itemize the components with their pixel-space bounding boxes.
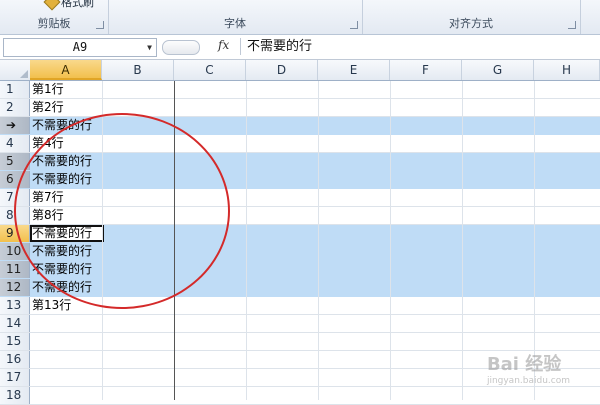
ribbon: 格式刷 剪贴板 字体 对齐方式 [0, 0, 600, 35]
ribbon-group-font: 字体 [108, 0, 363, 34]
cell-a[interactable]: 不需要的行 [32, 261, 92, 278]
table-row[interactable]: 18 [0, 387, 600, 405]
row-header[interactable]: 17 [0, 369, 30, 386]
watermark-sub: jingyan.baidu.com [486, 376, 570, 386]
cell-a[interactable]: 不需要的行 [32, 243, 92, 260]
table-row[interactable]: 5 不需要的行 [0, 153, 600, 171]
formula-input[interactable]: 不需要的行 [240, 38, 600, 55]
dialog-launcher-icon[interactable] [568, 21, 576, 29]
column-gridline [246, 81, 247, 400]
cell-a[interactable]: 不需要的行 [32, 225, 92, 242]
chevron-down-icon[interactable]: ▼ [147, 39, 152, 56]
formula-bar-resize-handle[interactable] [162, 40, 200, 55]
worksheet-grid: A B C D E F G H 1 第1行 2 第2行 ➔ 不需要的行 4 第4行 5 不需要的行… [0, 60, 600, 405]
row-header[interactable]: 7 [0, 189, 30, 206]
row-header[interactable]: 9 [0, 225, 30, 242]
table-row[interactable]: 6 不需要的行 [0, 171, 600, 189]
alignment-group-label: 对齐方式 [449, 17, 493, 30]
table-row[interactable]: 13 第13行 [0, 297, 600, 315]
column-header-e[interactable]: E [318, 60, 390, 80]
column-headers: A B C D E F G H [0, 60, 600, 81]
select-all-button[interactable] [0, 60, 31, 80]
cell-a[interactable]: 第4行 [32, 135, 64, 152]
column-gridline-dark [174, 81, 175, 400]
column-header-d[interactable]: D [246, 60, 318, 80]
table-row[interactable]: 4 第4行 [0, 135, 600, 153]
dialog-launcher-icon[interactable] [350, 21, 358, 29]
row-header[interactable]: 8 [0, 207, 30, 224]
cell-a[interactable]: 第1行 [32, 81, 64, 98]
table-row[interactable]: 14 [0, 315, 600, 333]
column-header-a[interactable]: A [30, 60, 102, 80]
clipboard-group-label: 剪贴板 [37, 17, 71, 30]
ribbon-group-alignment: 对齐方式 [362, 0, 581, 34]
cell-a[interactable]: 第8行 [32, 207, 64, 224]
row-header[interactable]: 1 [0, 81, 30, 98]
table-row[interactable]: 7 第7行 [0, 189, 600, 207]
cell-a[interactable]: 第13行 [32, 297, 71, 314]
cell-a[interactable]: 不需要的行 [32, 153, 92, 170]
row-header[interactable]: 18 [0, 387, 30, 404]
column-header-f[interactable]: F [390, 60, 462, 80]
row-header[interactable]: 6 [0, 171, 30, 188]
watermark-text: Bai 经验 [486, 354, 562, 375]
table-row[interactable]: 15 [0, 333, 600, 351]
row-header[interactable]: 5 [0, 153, 30, 170]
row-header[interactable]: 13 [0, 297, 30, 314]
table-row[interactable]: 10 不需要的行 [0, 243, 600, 261]
table-row[interactable]: 12 不需要的行 [0, 279, 600, 297]
row-header[interactable]: 16 [0, 351, 30, 368]
cell-a[interactable]: 不需要的行 [32, 279, 92, 296]
column-header-h[interactable]: H [534, 60, 600, 80]
watermark: Bai 经验 jingyan.baidu.com [487, 350, 570, 386]
name-box-value: A9 [72, 40, 88, 54]
row-header[interactable]: 14 [0, 315, 30, 332]
formula-bar: A9 ▼ fx 不需要的行 [0, 35, 600, 60]
row-header[interactable]: 11 [0, 261, 30, 278]
row-header[interactable]: 2 [0, 99, 30, 116]
format-painter-button[interactable]: 格式刷 [43, 0, 94, 11]
column-gridline [462, 81, 463, 400]
brush-icon [43, 0, 61, 11]
column-gridline [318, 81, 319, 400]
column-gridline [390, 81, 391, 400]
table-row[interactable]: 2 第2行 [0, 99, 600, 117]
insert-function-button[interactable]: fx [218, 38, 229, 52]
cell-a[interactable]: 第7行 [32, 189, 64, 206]
table-row[interactable]: 1 第1行 [0, 81, 600, 99]
font-group-label: 字体 [224, 17, 246, 30]
table-row[interactable]: 9 不需要的行 [0, 225, 600, 243]
column-header-b[interactable]: B [102, 60, 174, 80]
row-header[interactable]: 10 [0, 243, 30, 260]
formula-buttons: fx [160, 38, 232, 55]
row-select-arrow-icon: ➔ [6, 118, 17, 132]
cell-a[interactable]: 不需要的行 [32, 117, 92, 134]
column-gridline [102, 81, 103, 400]
cell-a[interactable]: 不需要的行 [32, 171, 92, 188]
ribbon-group-clipboard: 格式刷 剪贴板 [0, 0, 109, 34]
table-row[interactable]: 8 第8行 [0, 207, 600, 225]
column-header-c[interactable]: C [174, 60, 246, 80]
column-header-g[interactable]: G [462, 60, 534, 80]
row-header[interactable]: ➔ [0, 117, 30, 134]
table-row[interactable]: 11 不需要的行 [0, 261, 600, 279]
row-header[interactable]: 4 [0, 135, 30, 152]
table-row[interactable]: ➔ 不需要的行 [0, 117, 600, 135]
format-painter-label: 格式刷 [61, 0, 94, 9]
cell-a[interactable]: 第2行 [32, 99, 64, 116]
name-box[interactable]: A9 ▼ [3, 38, 157, 57]
row-header[interactable]: 12 [0, 279, 30, 296]
dialog-launcher-icon[interactable] [96, 21, 104, 29]
row-header[interactable]: 15 [0, 333, 30, 350]
